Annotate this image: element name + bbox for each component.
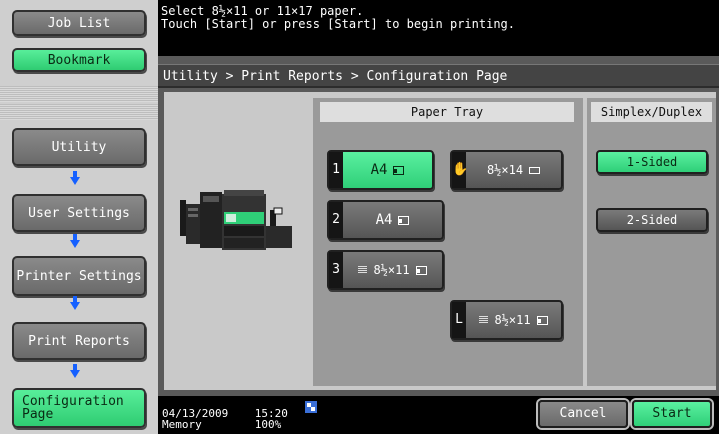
memory-label: Memory	[162, 418, 202, 431]
paper-orientation-icon	[398, 215, 410, 225]
tray-size-label: A4	[375, 212, 393, 228]
date-time-status: 04/13/2009 15:20 Memory 100%	[162, 408, 288, 430]
tray-number: 1	[329, 152, 343, 188]
nav-user-settings-button[interactable]: User Settings	[12, 194, 146, 232]
lct-tray-button[interactable]: L 8½×11	[450, 300, 563, 340]
paper-orientation-icon	[393, 165, 405, 175]
one-sided-button[interactable]: 1-Sided	[596, 150, 708, 174]
printer-illustration-icon	[180, 190, 292, 250]
tray-number: 2	[329, 202, 343, 238]
tray-size-label: 8½×11	[494, 313, 531, 327]
two-sided-button[interactable]: 2-Sided	[596, 208, 708, 232]
nav-utility-button[interactable]: Utility	[12, 128, 146, 166]
bypass-tray-button[interactable]: ✋ 8½×14	[450, 150, 563, 190]
down-arrow-icon	[70, 364, 80, 378]
tray-1-button[interactable]: 1 A4	[327, 150, 434, 190]
bookmark-button[interactable]: Bookmark	[12, 48, 146, 72]
simplex-duplex-area	[587, 98, 716, 386]
nav-print-reports-button[interactable]: Print Reports	[12, 322, 146, 360]
message-area: Select 8½×11 or 11×17 paper. Touch [Star…	[158, 0, 719, 56]
divider	[0, 86, 158, 102]
paper-stack-icon	[358, 266, 368, 274]
divider	[0, 104, 158, 120]
paper-tray-area	[313, 98, 583, 386]
simplex-duplex-header: Simplex/Duplex	[591, 102, 712, 122]
breadcrumb: Utility > Print Reports > Configuration …	[158, 64, 719, 88]
down-arrow-icon	[70, 296, 80, 310]
paper-stack-icon	[479, 316, 489, 324]
tray-number: L	[452, 302, 466, 338]
left-navigation: Job List Bookmark Utility User Settings …	[0, 0, 158, 434]
tray-number: 3	[329, 252, 343, 288]
tray-size-label: 8½×11	[373, 263, 410, 277]
start-button[interactable]: Start	[632, 400, 712, 428]
paper-orientation-icon	[415, 265, 427, 275]
nav-configuration-page-button[interactable]: Configuration Page	[12, 388, 146, 428]
paper-orientation-icon	[529, 166, 541, 174]
nav-current-label-line2: Page	[22, 407, 54, 422]
paper-tray-header: Paper Tray	[320, 102, 574, 122]
hand-icon: ✋	[452, 152, 468, 188]
memory-value: 100%	[254, 418, 282, 431]
cancel-button[interactable]: Cancel	[538, 400, 628, 428]
tray-size-label: 8½×14	[486, 163, 524, 177]
tray-3-button[interactable]: 3 8½×11	[327, 250, 444, 290]
job-list-button[interactable]: Job List	[12, 10, 146, 36]
network-status-icon	[305, 401, 317, 413]
paper-orientation-icon	[536, 315, 548, 325]
message-line-2: Touch [Start] or press [Start] to begin …	[161, 17, 516, 31]
down-arrow-icon	[70, 171, 80, 185]
down-arrow-icon	[70, 234, 80, 248]
nav-printer-settings-button[interactable]: Printer Settings	[12, 256, 146, 296]
tray-2-button[interactable]: 2 A4	[327, 200, 444, 240]
tray-size-label: A4	[370, 162, 388, 178]
